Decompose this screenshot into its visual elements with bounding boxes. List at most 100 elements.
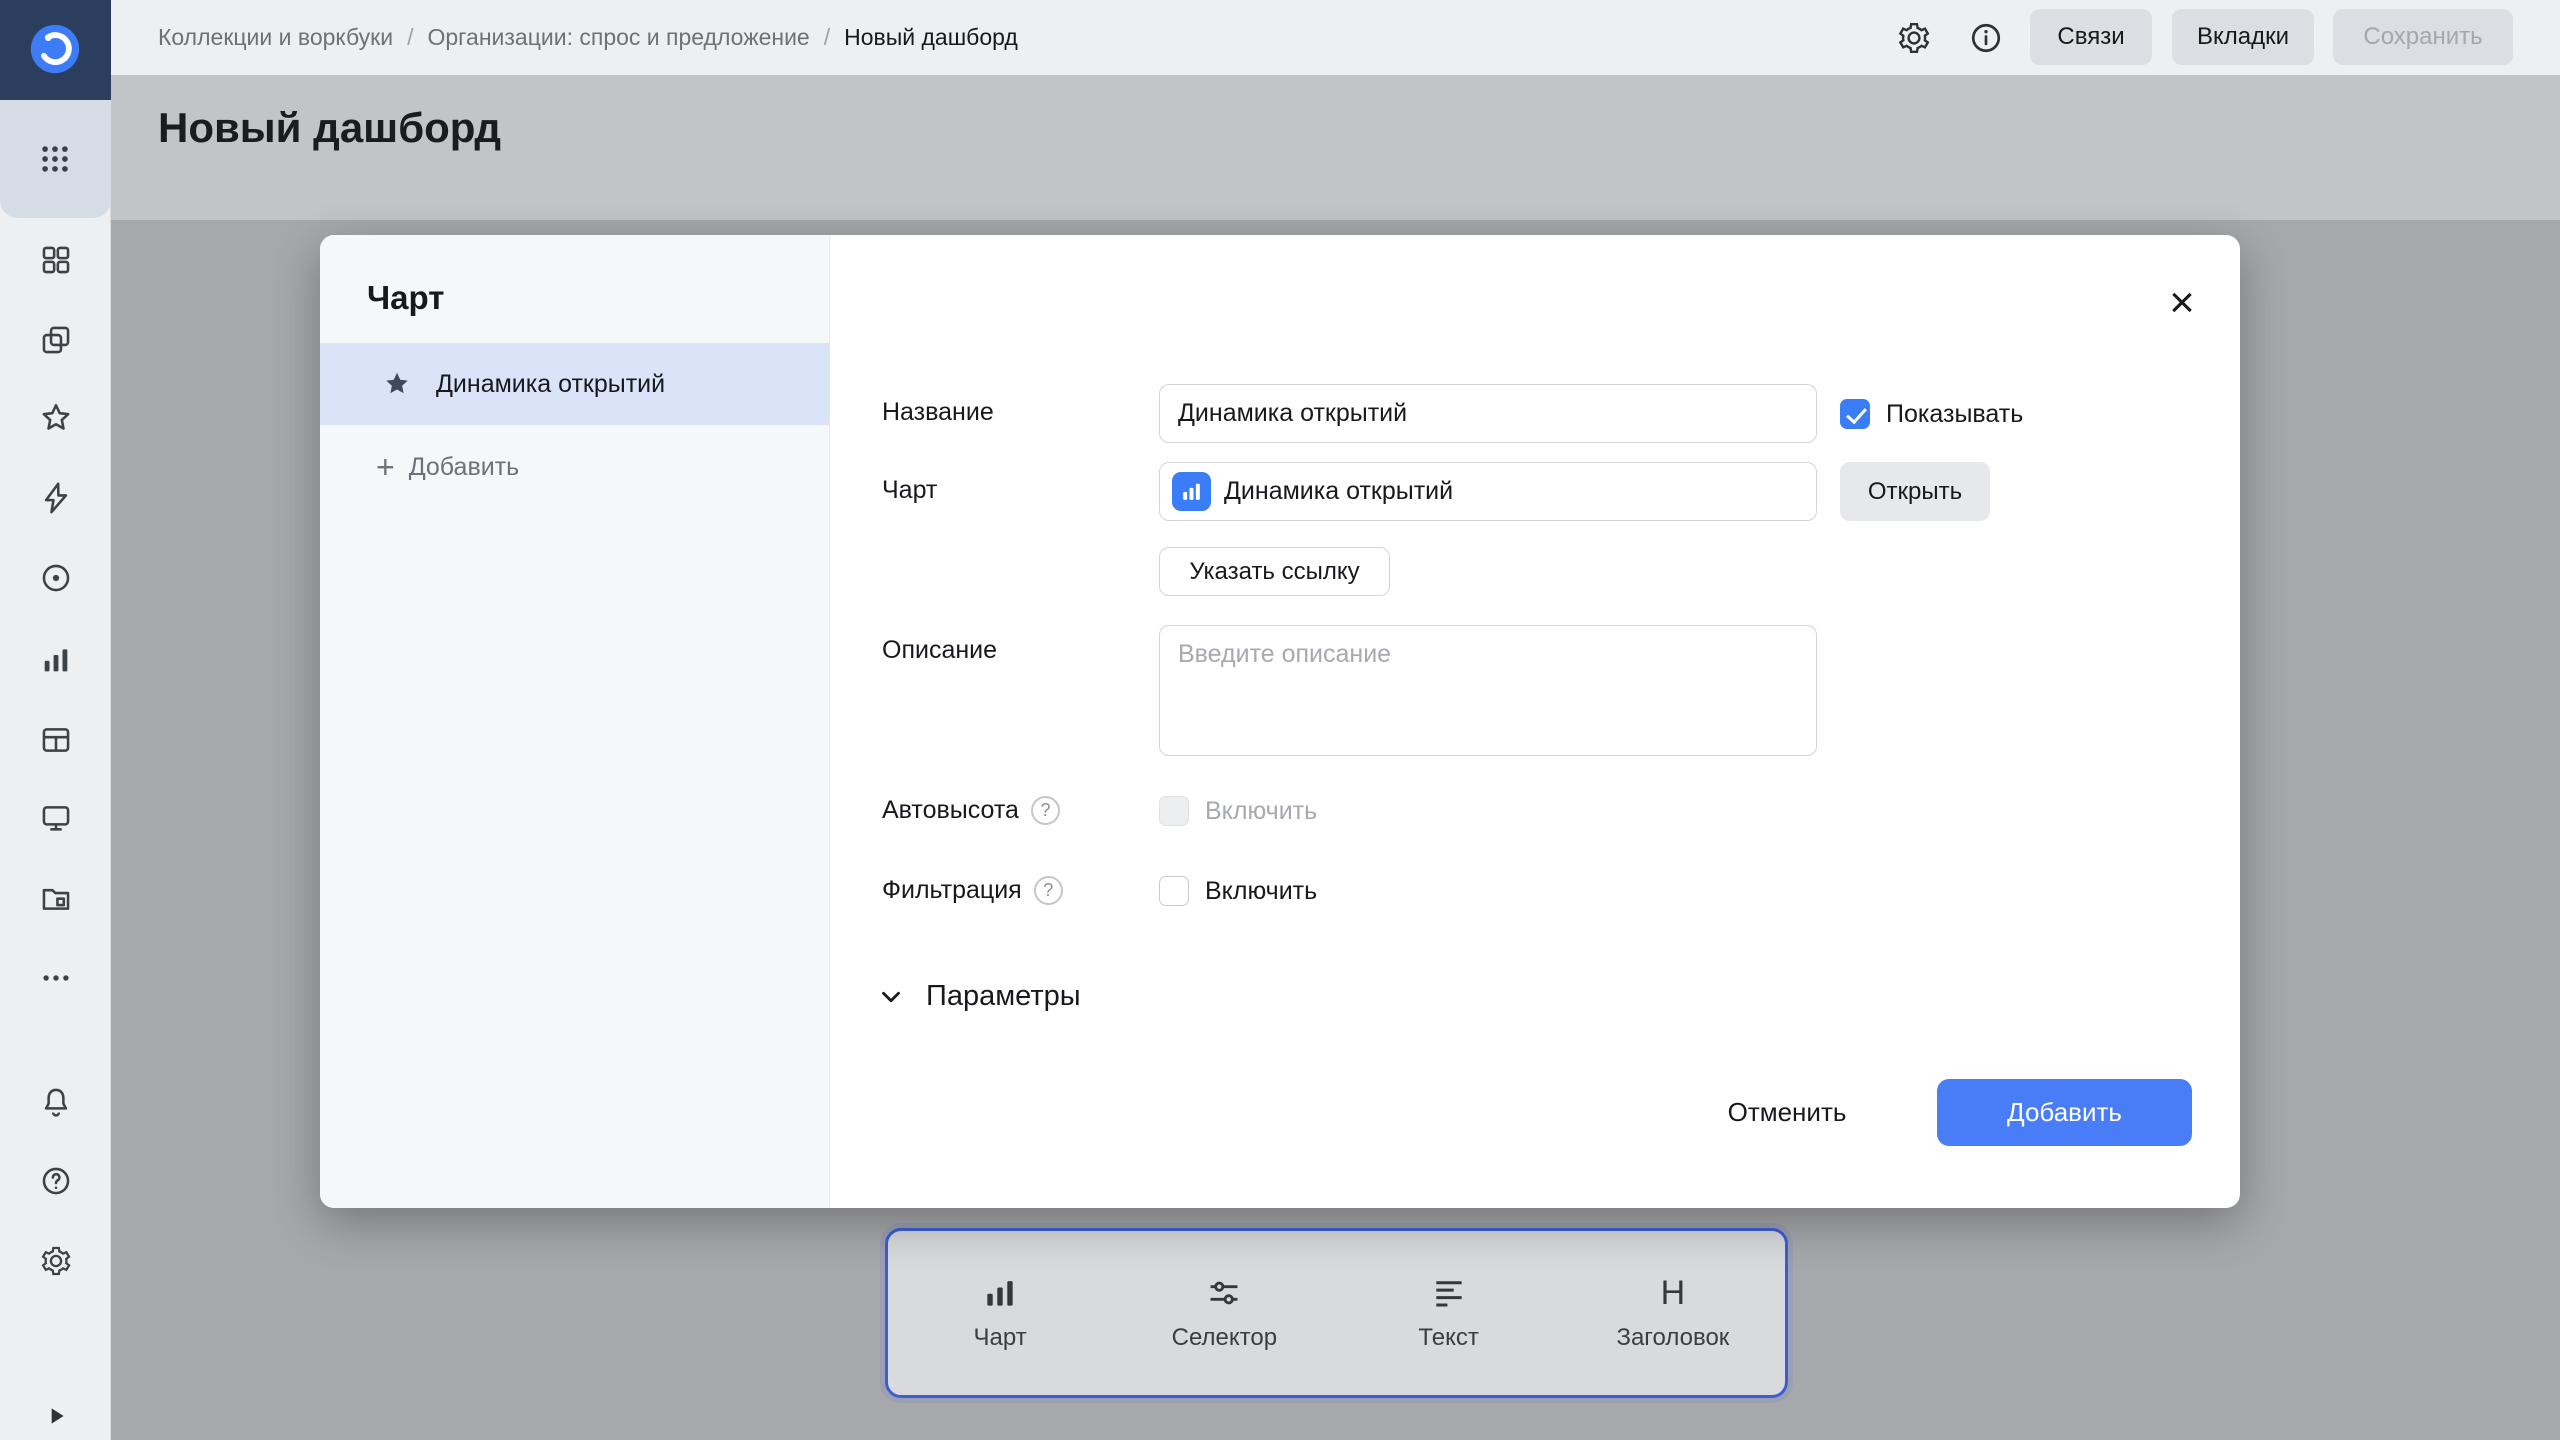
name-label: Название <box>882 398 994 427</box>
toolbar-item-label: Селектор <box>1172 1324 1277 1352</box>
header-settings-button[interactable] <box>1896 20 1932 56</box>
sidebar-item-notifications[interactable] <box>36 1082 76 1122</box>
circle-dot-icon <box>39 561 73 595</box>
sidebar-item-help[interactable] <box>36 1161 76 1201</box>
chart-select-value: Динамика открытий <box>1224 477 1453 506</box>
squares-grid-icon <box>39 243 73 277</box>
toolbar-item-label: Текст <box>1418 1324 1478 1352</box>
apps-menu-button[interactable] <box>0 100 111 218</box>
autoheight-checkbox[interactable] <box>1159 796 1189 826</box>
autoheight-checkbox-label: Включить <box>1205 797 1317 826</box>
set-link-button[interactable]: Указать ссылку <box>1159 547 1390 596</box>
logo-block[interactable] <box>0 0 111 100</box>
toolbar-item-text[interactable]: Текст <box>1337 1231 1561 1395</box>
filtering-checkbox[interactable] <box>1159 876 1189 906</box>
sidebar-collapse-button[interactable] <box>40 1400 72 1432</box>
page-title: Новый дашборд <box>158 104 501 152</box>
cancel-button[interactable]: Отменить <box>1712 1079 1862 1146</box>
bar-chart-icon <box>1179 479 1204 504</box>
app-logo-icon <box>26 20 84 78</box>
breadcrumb-item[interactable]: Коллекции и воркбуки <box>158 24 393 51</box>
table-icon <box>39 723 73 757</box>
sidebar-item-datasets[interactable] <box>36 720 76 760</box>
lightning-icon <box>39 481 73 515</box>
toolbar-item-chart[interactable]: Чарт <box>888 1231 1112 1395</box>
sidebar <box>0 0 111 1440</box>
filtering-label-row: Фильтрация ? <box>882 876 1063 905</box>
toolbar-item-label: Заголовок <box>1616 1324 1729 1352</box>
save-button[interactable]: Сохранить <box>2333 9 2513 65</box>
toolbar-item-label: Чарт <box>974 1324 1027 1352</box>
chart-select-field[interactable]: Динамика открытий <box>1159 462 1817 521</box>
widget-toolbar: Чарт Селектор Текст H Заголовок <box>885 1228 1788 1398</box>
star-icon <box>39 401 73 435</box>
chart-widget-dialog: Чарт Динамика открытий + Добавить × Назв… <box>320 235 2240 1208</box>
autoheight-label: Автовысота <box>882 796 1019 825</box>
chart-type-badge <box>1172 472 1211 511</box>
text-lines-icon <box>1430 1274 1468 1312</box>
question-circle-icon <box>39 1164 73 1198</box>
autoheight-label-row: Автовысота ? <box>882 796 1060 825</box>
breadcrumb-item[interactable]: Организации: спрос и предложение <box>427 24 809 51</box>
filtering-label: Фильтрация <box>882 876 1022 905</box>
filtering-checkbox-label: Включить <box>1205 877 1317 906</box>
params-section-toggle[interactable]: Параметры <box>876 980 1081 1013</box>
show-checkbox-label: Показывать <box>1886 400 2023 429</box>
sidebar-item-more[interactable] <box>36 958 76 998</box>
sidebar-item-monitoring[interactable] <box>36 558 76 598</box>
tabs-button[interactable]: Вкладки <box>2172 9 2314 65</box>
description-textarea[interactable] <box>1159 625 1817 756</box>
chart-list-item-selected[interactable]: Динамика открытий <box>320 343 830 425</box>
top-header: Коллекции и воркбуки / Организации: спро… <box>111 0 2560 75</box>
sidebar-item-charts[interactable] <box>36 640 76 680</box>
gear-icon <box>39 1244 73 1278</box>
breadcrumb-separator: / <box>824 24 830 51</box>
plus-icon: + <box>376 451 395 483</box>
sidebar-item-favorites[interactable] <box>36 398 76 438</box>
bell-icon <box>39 1085 73 1119</box>
ellipsis-icon <box>39 961 73 995</box>
bar-chart-icon <box>981 1274 1019 1312</box>
add-chart-label: Добавить <box>409 453 520 482</box>
sidebar-item-storage[interactable] <box>36 878 76 918</box>
connections-button[interactable]: Связи <box>2030 9 2152 65</box>
filtering-help-icon[interactable]: ? <box>1034 876 1063 905</box>
folder-box-icon <box>39 881 73 915</box>
layers-icon <box>39 323 73 357</box>
toolbar-item-heading[interactable]: H Заголовок <box>1561 1231 1785 1395</box>
dialog-sidebar: Чарт Динамика открытий + Добавить <box>320 235 830 1208</box>
params-section-label: Параметры <box>926 980 1081 1013</box>
app-root: Новый дашборд Чарт Селектор Текст <box>0 0 2560 1440</box>
add-chart-button[interactable]: + Добавить <box>376 447 519 487</box>
description-label: Описание <box>882 636 997 665</box>
chart-label: Чарт <box>882 476 937 505</box>
chevron-down-icon <box>876 982 906 1012</box>
sidebar-item-reports[interactable] <box>36 798 76 838</box>
toolbar-item-selector[interactable]: Селектор <box>1112 1231 1336 1395</box>
gear-icon <box>1896 20 1932 56</box>
dialog-title: Чарт <box>367 279 444 317</box>
show-checkbox[interactable] <box>1840 399 1870 429</box>
sidebar-item-editor[interactable] <box>36 478 76 518</box>
play-arrow-icon <box>43 1403 69 1429</box>
info-circle-icon <box>1968 20 2004 56</box>
submit-add-button[interactable]: Добавить <box>1937 1079 2192 1146</box>
sidebar-item-dashboards[interactable] <box>36 240 76 280</box>
star-icon <box>382 369 412 399</box>
apps-grid-icon <box>38 142 72 176</box>
heading-icon: H <box>1661 1274 1686 1312</box>
breadcrumb-current: Новый дашборд <box>844 24 1018 51</box>
close-dialog-button[interactable]: × <box>2158 279 2206 327</box>
bar-chart-icon <box>39 643 73 677</box>
open-chart-button[interactable]: Открыть <box>1840 462 1990 521</box>
monitor-icon <box>39 801 73 835</box>
chart-list-item-label: Динамика открытий <box>436 370 665 399</box>
autoheight-help-icon[interactable]: ? <box>1031 796 1060 825</box>
breadcrumb: Коллекции и воркбуки / Организации: спро… <box>158 0 1018 75</box>
sidebar-item-settings[interactable] <box>36 1241 76 1281</box>
header-info-button[interactable] <box>1968 20 2004 56</box>
sidebar-item-collections[interactable] <box>36 320 76 360</box>
name-input[interactable] <box>1159 384 1817 443</box>
breadcrumb-separator: / <box>407 24 413 51</box>
sliders-icon <box>1205 1274 1243 1312</box>
